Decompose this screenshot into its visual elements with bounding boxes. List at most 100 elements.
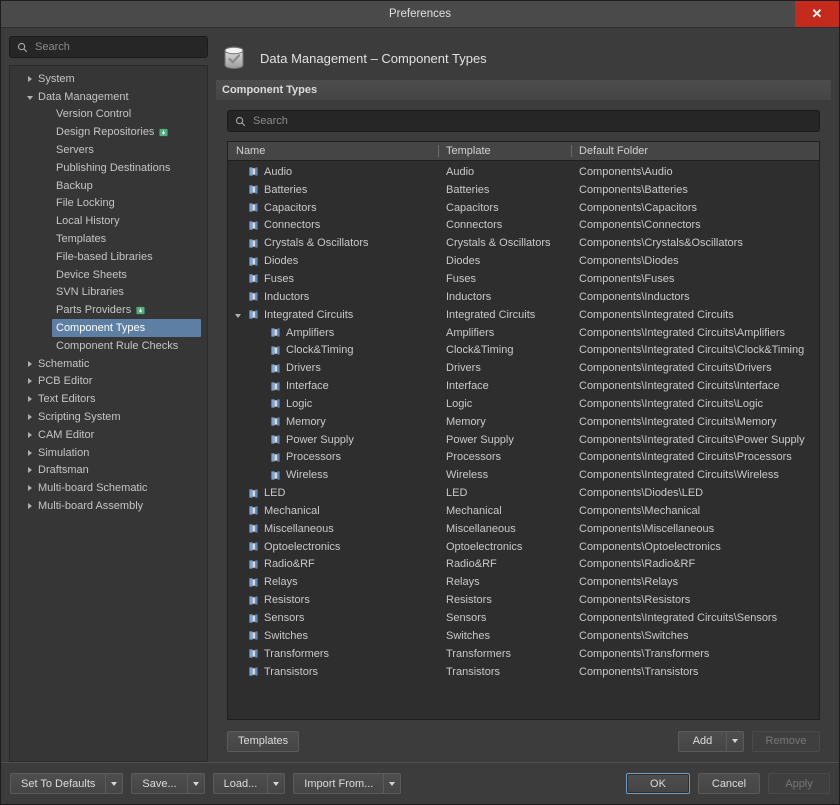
table-row[interactable]: LogicLogicComponents\Integrated Circuits… [228,395,819,413]
sidebar-item-draftsman[interactable]: Draftsman [10,462,207,480]
chevron-right-icon[interactable] [24,503,36,509]
component-types-search-input[interactable]: Search [227,110,820,132]
sidebar-item-parts-providers[interactable]: Parts Providers [10,301,207,319]
cell-template: Radio&RF [438,558,571,570]
column-header-template[interactable]: Template [438,142,571,160]
sidebar-item-device-sheets[interactable]: Device Sheets [10,266,207,284]
sidebar-item-text-editors[interactable]: Text Editors [10,390,207,408]
sidebar-item-publishing-destinations[interactable]: Publishing Destinations [10,159,207,177]
chevron-right-icon[interactable] [24,76,36,82]
table-row[interactable]: TransistorsTransistorsComponents\Transis… [228,663,819,681]
table-body[interactable]: AudioAudioComponents\AudioBatteriesBatte… [228,161,819,719]
sidebar-item-version-control[interactable]: Version Control [10,106,207,124]
cell-name-label: Power Supply [286,434,354,446]
sidebar-item-simulation[interactable]: Simulation [10,444,207,462]
table-row[interactable]: WirelessWirelessComponents\Integrated Ci… [228,466,819,484]
table-row[interactable]: InductorsInductorsComponents\Inductors [228,288,819,306]
import-from-button[interactable]: Import From... [293,773,383,794]
sidebar-item-file-based-libraries[interactable]: File-based Libraries [10,248,207,266]
sidebar-item-templates[interactable]: Templates [10,230,207,248]
chevron-right-icon[interactable] [24,378,36,384]
sidebar-item-pcb-editor[interactable]: PCB Editor [10,373,207,391]
sidebar-item-servers[interactable]: Servers [10,141,207,159]
table-row[interactable]: MemoryMemoryComponents\Integrated Circui… [228,413,819,431]
component-chip-icon [248,184,259,195]
remove-button[interactable]: Remove [752,731,820,752]
sidebar-item-design-repositories[interactable]: Design Repositories [10,123,207,141]
sidebar-item-label: Templates [56,233,106,245]
sidebar-item-multi-board-schematic[interactable]: Multi-board Schematic [10,479,207,497]
set-to-defaults-dropdown-button[interactable] [105,773,123,794]
sidebar-item-scripting-system[interactable]: Scripting System [10,408,207,426]
sidebar-item-system[interactable]: System [10,70,207,88]
sidebar-item-component-rule-checks[interactable]: Component Rule Checks [10,337,207,355]
column-header-name[interactable]: Name [228,142,438,160]
chevron-right-icon[interactable] [24,485,36,491]
table-row[interactable]: Integrated CircuitsIntegrated CircuitsCo… [228,306,819,324]
table-row[interactable]: AudioAudioComponents\Audio [228,163,819,181]
table-row[interactable]: AmplifiersAmplifiersComponents\Integrate… [228,324,819,342]
sidebar-item-schematic[interactable]: Schematic [10,355,207,373]
column-header-default-folder[interactable]: Default Folder [571,142,819,160]
chevron-right-icon[interactable] [24,361,36,367]
table-row[interactable]: SwitchesSwitchesComponents\Switches [228,627,819,645]
import-from-dropdown-button[interactable] [383,773,401,794]
sidebar-item-data-management[interactable]: Data Management [10,88,207,106]
load-dropdown-button[interactable] [267,773,285,794]
sidebar-item-backup[interactable]: Backup [10,177,207,195]
set-to-defaults-button[interactable]: Set To Defaults [10,773,105,794]
component-chip-icon [248,613,259,624]
chevron-right-icon[interactable] [24,396,36,402]
table-row[interactable]: OptoelectronicsOptoelectronicsComponents… [228,538,819,556]
table-row[interactable]: ResistorsResistorsComponents\Resistors [228,591,819,609]
chevron-right-icon[interactable] [24,432,36,438]
sidebar-item-cam-editor[interactable]: CAM Editor [10,426,207,444]
close-icon[interactable]: ✕ [795,1,839,27]
add-button[interactable]: Add [678,731,726,752]
sidebar-search-input[interactable]: Search [9,36,208,58]
table-row[interactable]: DriversDriversComponents\Integrated Circ… [228,359,819,377]
table-row[interactable]: ProcessorsProcessorsComponents\Integrate… [228,449,819,467]
sidebar-item-svn-libraries[interactable]: SVN Libraries [10,284,207,302]
load-split-button[interactable]: Load... [213,773,286,794]
table-row[interactable]: MechanicalMechanicalComponents\Mechanica… [228,502,819,520]
sidebar-item-multi-board-assembly[interactable]: Multi-board Assembly [10,497,207,515]
sidebar-item-file-locking[interactable]: File Locking [10,195,207,213]
table-row[interactable]: Power SupplyPower SupplyComponents\Integ… [228,431,819,449]
sidebar-item-local-history[interactable]: Local History [10,212,207,230]
save-button[interactable]: Save... [131,773,186,794]
set-to-defaults-split-button[interactable]: Set To Defaults [10,773,123,794]
chevron-down-icon[interactable] [232,312,243,318]
table-row[interactable]: MiscellaneousMiscellaneousComponents\Mis… [228,520,819,538]
table-row[interactable]: SensorsSensorsComponents\Integrated Circ… [228,609,819,627]
ok-button[interactable]: OK [626,773,690,794]
save-split-button[interactable]: Save... [131,773,204,794]
table-row[interactable]: Radio&RFRadio&RFComponents\Radio&RF [228,556,819,574]
sidebar-item-component-types[interactable]: Component Types [52,319,201,337]
table-row[interactable]: BatteriesBatteriesComponents\Batteries [228,181,819,199]
save-dropdown-button[interactable] [187,773,205,794]
table-row[interactable]: Clock&TimingClock&TimingComponents\Integ… [228,341,819,359]
cell-name: Wireless [228,469,438,481]
table-row[interactable]: ConnectorsConnectorsComponents\Connector… [228,217,819,235]
apply-button[interactable]: Apply [768,773,830,794]
table-row[interactable]: FusesFusesComponents\Fuses [228,270,819,288]
table-row[interactable]: InterfaceInterfaceComponents\Integrated … [228,377,819,395]
table-row[interactable]: TransformersTransformersComponents\Trans… [228,645,819,663]
load-button[interactable]: Load... [213,773,268,794]
table-row[interactable]: LEDLEDComponents\Diodes\LED [228,484,819,502]
chevron-right-icon[interactable] [24,450,36,456]
import-from-split-button[interactable]: Import From... [293,773,401,794]
chevron-right-icon[interactable] [24,467,36,473]
table-row[interactable]: RelaysRelaysComponents\Relays [228,573,819,591]
add-split-button[interactable]: Add [678,731,744,752]
table-row[interactable]: CapacitorsCapacitorsComponents\Capacitor… [228,199,819,217]
templates-button[interactable]: Templates [227,731,299,752]
cancel-button[interactable]: Cancel [698,773,760,794]
chevron-right-icon[interactable] [24,414,36,420]
add-dropdown-button[interactable] [726,731,744,752]
chevron-down-icon[interactable] [24,94,36,100]
table-row[interactable]: Crystals & OscillatorsCrystals & Oscilla… [228,234,819,252]
table-row[interactable]: DiodesDiodesComponents\Diodes [228,252,819,270]
settings-tree[interactable]: SystemData ManagementVersion ControlDesi… [9,65,208,762]
